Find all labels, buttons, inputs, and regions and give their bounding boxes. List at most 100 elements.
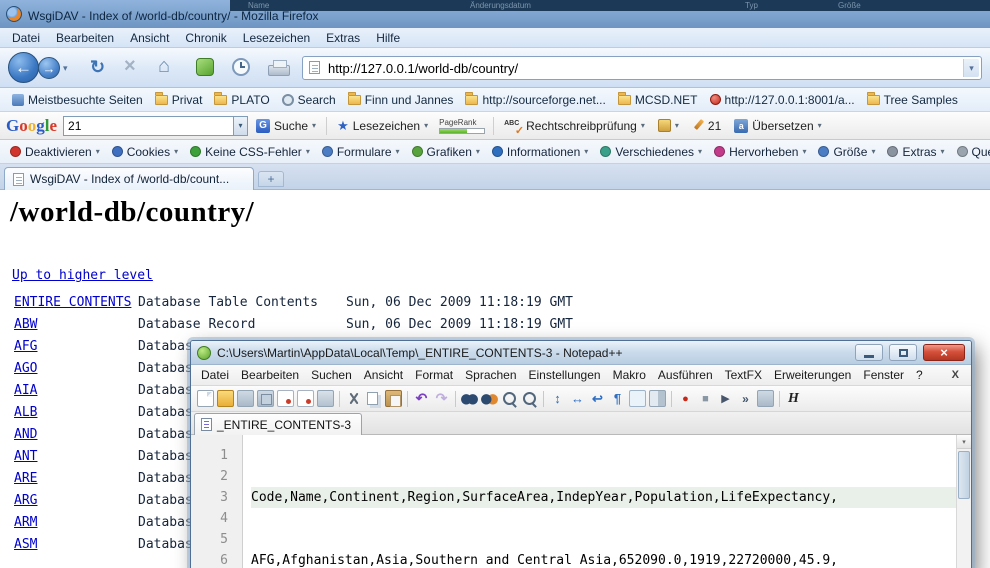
open-file-icon[interactable] [217, 390, 234, 407]
entry-link[interactable]: AGO [14, 361, 37, 376]
word-wrap-icon[interactable]: ↩ [589, 390, 606, 407]
npp-menu-fenster[interactable]: Fenster [857, 368, 910, 382]
notepadpp-titlebar[interactable]: C:\Users\Martin\AppData\Local\Temp\_ENTI… [191, 341, 971, 365]
minimize-button[interactable] [855, 344, 883, 361]
pagerank-widget[interactable]: PageRank [439, 118, 485, 134]
menu-bearbeiten[interactable]: Bearbeiten [48, 28, 122, 48]
entry-link[interactable]: ARM [14, 515, 37, 530]
menu-ansicht[interactable]: Ansicht [122, 28, 177, 48]
html-preview-icon[interactable]: H [785, 390, 802, 407]
npp-menu-format[interactable]: Format [409, 368, 459, 382]
npp-menu-sprachen[interactable]: Sprachen [459, 368, 522, 382]
npp-menu-bearbeiten[interactable]: Bearbeiten [235, 368, 305, 382]
npp-menu-help[interactable]: ? [910, 368, 929, 382]
google-search-input[interactable] [63, 116, 233, 136]
bookmark-tree-samples[interactable]: Tree Samples [861, 93, 964, 107]
webdev-formulare[interactable]: Formulare▾ [316, 145, 406, 159]
stop-record-icon[interactable]: ■ [697, 390, 714, 407]
close-file-icon[interactable] [277, 390, 294, 407]
menu-datei[interactable]: Datei [4, 28, 48, 48]
entry-link[interactable]: AND [14, 427, 37, 442]
new-tab-button[interactable]: + [258, 171, 284, 187]
close-all-icon[interactable] [297, 390, 314, 407]
addon-green-icon[interactable] [196, 58, 214, 76]
history-clock-icon[interactable] [232, 58, 250, 76]
entry-link[interactable]: AIA [14, 383, 37, 398]
entry-link[interactable]: ARE [14, 471, 37, 486]
redo-icon[interactable]: ↷ [433, 390, 450, 407]
npp-menu-einstellungen[interactable]: Einstellungen [523, 368, 607, 382]
webdev-css[interactable]: Keine CSS-Fehler▾ [184, 145, 316, 159]
vertical-scrollbar[interactable]: ▾ [956, 435, 971, 568]
npp-menu-ausfuehren[interactable]: Ausführen [652, 368, 719, 382]
bookmark-privat[interactable]: Privat [149, 93, 209, 107]
bookmark-finn-und-jannes[interactable]: Finn und Jannes [342, 93, 460, 107]
back-button[interactable]: ← [8, 52, 39, 83]
menu-chronik[interactable]: Chronik [177, 28, 234, 48]
url-text[interactable]: http://127.0.0.1/world-db/country/ [328, 61, 518, 76]
spellcheck-button[interactable]: ABC✓ Rechtschreibprüfung ▾ [499, 115, 650, 137]
menu-hilfe[interactable]: Hilfe [368, 28, 408, 48]
npp-menu-suchen[interactable]: Suchen [305, 368, 358, 382]
npp-menu-erweiterungen[interactable]: Erweiterungen [768, 368, 857, 382]
url-dropdown-button[interactable]: ▾ [963, 59, 979, 77]
print-icon[interactable] [317, 390, 334, 407]
copy-icon[interactable] [365, 390, 382, 407]
counter-button[interactable]: 21 [687, 115, 726, 137]
menu-extras[interactable]: Extras [318, 28, 368, 48]
home-button[interactable]: ⌂ [158, 55, 170, 78]
translate-button[interactable]: a Übersetzen ▾ [729, 115, 826, 137]
scrollbar-thumb[interactable] [958, 451, 970, 499]
autofill-button[interactable]: ▾ [653, 115, 684, 137]
paste-icon[interactable] [385, 390, 402, 407]
reload-button[interactable]: ↻ [90, 57, 105, 78]
entry-link[interactable]: ANT [14, 449, 37, 464]
npp-menu-textfx[interactable]: TextFX [719, 368, 768, 382]
code-text-area[interactable]: Code,Name,Continent,Region,SurfaceArea,I… [243, 435, 971, 568]
bookmark-localhost-8001[interactable]: http://127.0.0.1:8001/a... [704, 93, 861, 107]
editor-area[interactable]: 1 2 3 4 5 6 Code,Name,Continent,Region,S… [191, 435, 971, 568]
up-to-higher-level-link[interactable]: Up to higher level [12, 268, 153, 283]
bookmark-plato[interactable]: PLATO [208, 93, 275, 107]
print-button[interactable] [268, 65, 290, 76]
save-macro-icon[interactable] [757, 390, 774, 407]
url-bar[interactable]: http://127.0.0.1/world-db/country/ ▾ [302, 56, 982, 80]
entry-link[interactable]: ASM [14, 537, 37, 552]
entry-link[interactable]: ABW [14, 317, 37, 332]
record-macro-icon[interactable]: ● [677, 390, 694, 407]
bookmark-sourceforge[interactable]: http://sourceforge.net... [459, 93, 611, 107]
npp-menu-ansicht[interactable]: Ansicht [358, 368, 409, 382]
google-suche-button[interactable]: G Suche ▾ [251, 115, 321, 137]
cut-icon[interactable] [345, 390, 362, 407]
entry-link[interactable]: ARG [14, 493, 37, 508]
webdev-quelltext[interactable]: Quellte [951, 145, 990, 159]
show-symbols-icon[interactable]: ¶ [609, 390, 626, 407]
google-search-dropdown[interactable]: ▾ [233, 116, 248, 136]
webdev-hervorheben[interactable]: Hervorheben▾ [708, 145, 812, 159]
bookmark-mcsd[interactable]: MCSD.NET [612, 93, 704, 107]
webdev-verschiedenes[interactable]: Verschiedenes▾ [594, 145, 708, 159]
npp-menu-makro[interactable]: Makro [607, 368, 652, 382]
document-map-icon[interactable] [649, 390, 666, 407]
tab-wsgidav[interactable]: WsgiDAV - Index of /world-db/count... [4, 167, 254, 190]
zoom-in-icon[interactable] [501, 390, 518, 407]
save-all-icon[interactable] [257, 390, 274, 407]
play-macro-icon[interactable]: ▶ [717, 390, 734, 407]
replace-icon[interactable] [481, 390, 498, 407]
sync-horizontal-icon[interactable]: ↔ [569, 390, 586, 407]
npp-tab-entire-contents[interactable]: _ENTIRE_CONTENTS-3 [194, 413, 362, 435]
maximize-button[interactable] [889, 344, 917, 361]
bookmark-most-visited[interactable]: Meistbesuchte Seiten [6, 93, 149, 107]
sync-vertical-icon[interactable]: ↕ [549, 390, 566, 407]
webdev-cookies[interactable]: Cookies▾ [106, 145, 184, 159]
webdev-groesse[interactable]: Größe▾ [812, 145, 881, 159]
undo-icon[interactable]: ↶ [413, 390, 430, 407]
menu-lesezeichen[interactable]: Lesezeichen [235, 28, 318, 48]
webdev-grafiken[interactable]: Grafiken▾ [406, 145, 486, 159]
entry-link[interactable]: ALB [14, 405, 37, 420]
run-macro-multi-icon[interactable]: » [737, 390, 754, 407]
forward-button[interactable]: → [38, 57, 60, 79]
webdev-deaktivieren[interactable]: Deaktivieren▾ [4, 145, 106, 159]
npp-menu-datei[interactable]: Datei [195, 368, 235, 382]
zoom-out-icon[interactable] [521, 390, 538, 407]
